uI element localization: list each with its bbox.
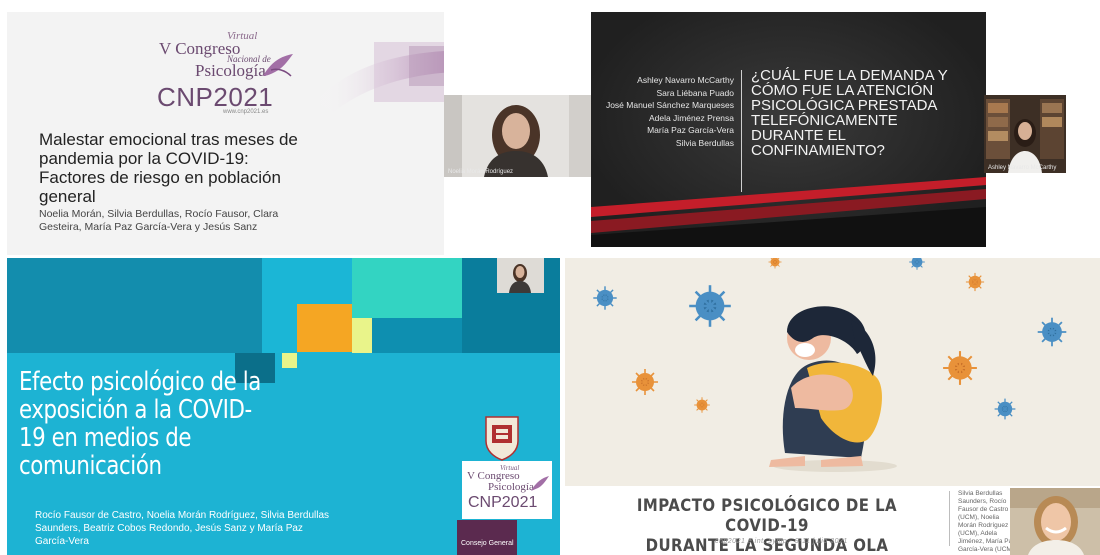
geometric-block-yellow — [282, 353, 297, 368]
geometric-block — [7, 258, 262, 353]
participant-portrait — [497, 258, 544, 293]
slide-title: Efecto psicológico de la exposición a la… — [19, 367, 261, 481]
participant-video-ashley[interactable]: Ashley Navarro McCarthy — [984, 95, 1066, 173]
slide-demanda-atencion: Ashley Navarro McCarthy Sara Liébana Pua… — [591, 12, 986, 247]
author-name: Adela Jiménez Prensa — [648, 112, 734, 123]
participant-video-rocio[interactable] — [497, 258, 544, 293]
participant-name: Ashley Navarro McCarthy — [988, 165, 1057, 171]
slide-subtitle: cnp2021 e int. symp.- 9-11 julio 2021 — [715, 538, 848, 545]
logo-psicologia: Psicología — [195, 61, 266, 80]
slide-authors: Rocío Fausor de Castro, Noelia Morán Rod… — [35, 510, 330, 547]
author-name: Sara Liébana Puado — [656, 87, 734, 98]
consejo-general-logo: Consejo General — [457, 520, 517, 555]
participant-portrait — [444, 95, 591, 177]
author-name: Silvia Berdullas — [675, 137, 734, 148]
participant-video-noelia[interactable]: Noelia Morán Rodríguez — [444, 95, 591, 177]
logo-url: www.cnp2021.es — [223, 109, 269, 115]
logo-cnp2021: CNP2021 — [468, 494, 538, 511]
slide-title: Malestar emocional tras meses de pandemi… — [39, 130, 298, 206]
participant-name: Noelia Morán Rodríguez — [448, 169, 514, 175]
sad-person-illustration — [592, 258, 1068, 472]
vertical-divider — [949, 491, 950, 546]
participant-portrait — [1010, 488, 1100, 555]
geometric-block-mint — [352, 258, 462, 318]
slide-authors: Noelia Morán, Silvia Berdullas, Rocío Fa… — [39, 208, 279, 233]
cnp2021-logo: Virtual V Congreso Nacional de Psicologí… — [157, 30, 297, 120]
university-seal-icon — [485, 416, 519, 461]
slide-efecto-psicologico: Efecto psicológico de la exposición a la… — [7, 258, 560, 555]
slide-credits: Silvia Berdullas Saunders, Rocío Fausor … — [958, 490, 1016, 553]
author-name: Ashley Navarro McCarthy — [637, 75, 734, 85]
author-name: José Manuel Sánchez Marqueses — [605, 100, 734, 110]
geometric-block-yellow — [352, 318, 372, 353]
consejo-label: Consejo General — [461, 540, 514, 547]
decorative-stripes — [591, 177, 986, 247]
title-line-1: IMPACTO PSICOLÓGICO DE LA COVID-19 — [636, 496, 898, 536]
participant-portrait — [984, 95, 1066, 173]
geometric-block-orange — [297, 304, 352, 352]
vertical-divider — [741, 70, 742, 192]
cnp2021-logo: Virtual V Congreso Psicología CNP2021 — [462, 461, 552, 519]
butterfly-icon — [263, 54, 293, 77]
butterfly-icon — [531, 476, 549, 491]
logo-swoosh-decoration — [314, 42, 444, 112]
slide-question: ¿CUÁL FUE LA DEMANDA Y CÓMO FUE LA ATENC… — [751, 67, 948, 159]
participant-video-silvia[interactable] — [1010, 488, 1100, 555]
logo-psicologia: Psicología — [488, 481, 534, 493]
slide-malestar-emocional: Virtual V Congreso Nacional de Psicologí… — [7, 12, 444, 255]
author-name: María Paz García-Vera — [647, 125, 734, 135]
authors-list: Ashley Navarro McCarthy Sara Liébana Pua… — [601, 74, 734, 149]
slide-title: IMPACTO PSICOLÓGICO DE LA COVID-19 DURAN… — [609, 496, 926, 555]
